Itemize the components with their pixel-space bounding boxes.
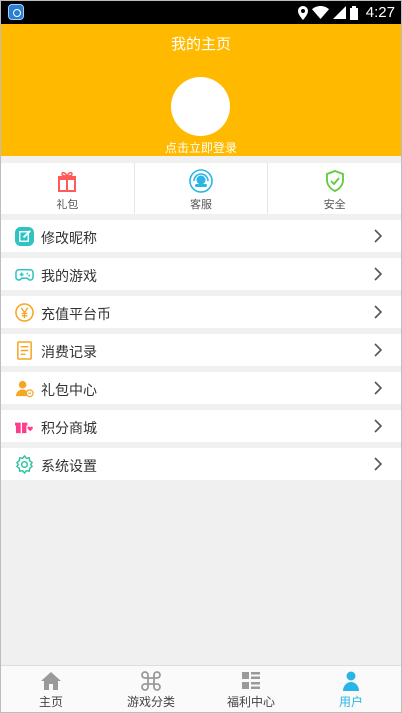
- bottom-tab-bar: 主页 游戏分类 福利中心 用户: [1, 665, 401, 712]
- quick-action-gift[interactable]: 礼包: [1, 163, 134, 214]
- chevron-right-icon: [374, 305, 383, 319]
- battery-icon: [349, 5, 358, 20]
- menu-item-label: 我的游戏: [41, 269, 97, 285]
- menu-item-spending-records[interactable]: 消费记录: [1, 334, 401, 366]
- page-title: 我的主页: [170, 35, 231, 53]
- chevron-right-icon: [374, 419, 383, 433]
- quick-action-customer-service[interactable]: 客服: [133, 163, 268, 214]
- edit-icon: [15, 227, 34, 246]
- quick-action-security[interactable]: 安全: [267, 163, 401, 214]
- points-gift-icon: [15, 422, 33, 434]
- menu-item-edit-nickname[interactable]: 修改昵称: [1, 220, 401, 252]
- menu-list: 修改昵称 我的游戏 充值平台币 消费记录 礼包中心 积分商城 系统设置: [1, 220, 401, 486]
- status-bar: 4:27: [1, 1, 401, 24]
- status-time: 4:27: [365, 4, 395, 21]
- status-icons: 4:27: [297, 1, 395, 24]
- user-icon: [343, 671, 359, 691]
- wifi-icon: [311, 6, 329, 19]
- app-screen: 4:27 我的主页 点击立即登录 礼包 客服 安全 修改昵称 我的游戏 充值平台…: [1, 1, 401, 712]
- user-gift-icon: [15, 380, 34, 398]
- login-link[interactable]: 点击立即登录: [1, 139, 401, 156]
- menu-item-my-games[interactable]: 我的游戏: [1, 258, 401, 290]
- chevron-right-icon: [374, 267, 383, 281]
- gift-icon: [58, 171, 77, 192]
- menu-item-label: 系统设置: [41, 459, 97, 475]
- list-grid-icon: [242, 672, 260, 689]
- chevron-right-icon: [374, 229, 383, 243]
- gamepad-icon: [15, 268, 34, 281]
- tab-welfare-center[interactable]: 福利中心: [201, 666, 301, 712]
- home-icon: [41, 672, 61, 690]
- menu-item-label: 礼包中心: [41, 383, 97, 399]
- app-notification-icon: [8, 4, 24, 20]
- tab-label: 福利中心: [226, 695, 275, 709]
- avatar[interactable]: [171, 77, 230, 136]
- quick-action-label: 安全: [323, 198, 346, 211]
- tab-game-categories[interactable]: 游戏分类: [101, 666, 201, 712]
- menu-item-system-settings[interactable]: 系统设置: [1, 448, 401, 480]
- tab-label: 主页: [38, 695, 63, 709]
- shield-check-icon: [325, 170, 344, 192]
- chevron-right-icon: [374, 457, 383, 471]
- menu-item-gift-center[interactable]: 礼包中心: [1, 372, 401, 404]
- menu-item-label: 充值平台币: [41, 307, 111, 323]
- location-icon: [297, 5, 308, 20]
- profile-header: 我的主页 点击立即登录: [1, 24, 401, 156]
- yen-coin-icon: [15, 303, 34, 322]
- settings-icon: [15, 455, 34, 474]
- quick-action-label: 礼包: [56, 198, 79, 211]
- menu-item-recharge[interactable]: 充值平台币: [1, 296, 401, 328]
- receipt-icon: [17, 341, 32, 360]
- quick-actions: 礼包 客服 安全: [1, 163, 401, 214]
- menu-item-label: 消费记录: [41, 345, 97, 361]
- signal-icon: [332, 6, 346, 19]
- quick-action-label: 客服: [190, 198, 212, 211]
- customer-service-icon: [189, 169, 213, 193]
- tab-label: 游戏分类: [126, 695, 175, 709]
- chevron-right-icon: [374, 381, 383, 395]
- chevron-right-icon: [374, 343, 383, 357]
- menu-item-label: 修改昵称: [41, 231, 97, 247]
- command-icon: [141, 671, 161, 691]
- menu-item-points-mall[interactable]: 积分商城: [1, 410, 401, 442]
- tab-user[interactable]: 用户: [301, 666, 401, 712]
- tab-label: 用户: [338, 695, 363, 709]
- menu-item-label: 积分商城: [41, 421, 97, 437]
- tab-home[interactable]: 主页: [1, 666, 101, 712]
